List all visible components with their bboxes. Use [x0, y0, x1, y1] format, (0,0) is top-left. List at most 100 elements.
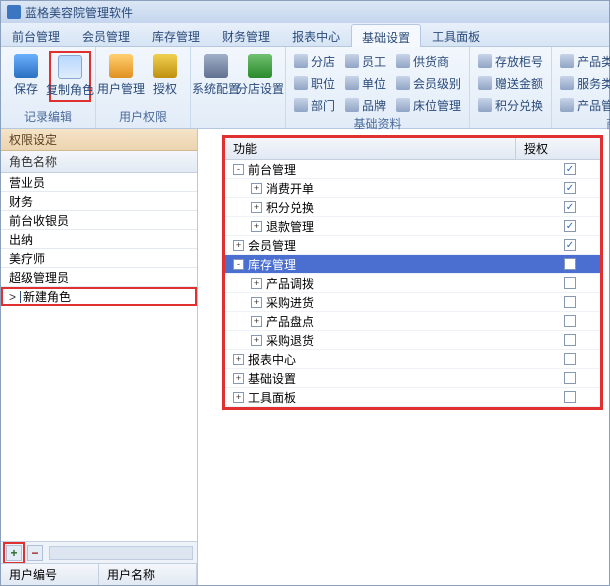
expand-icon[interactable]: + [233, 240, 244, 251]
item-icon [294, 98, 308, 112]
tree-node-label: 会员管理 [248, 237, 564, 254]
expand-icon[interactable]: + [251, 183, 262, 194]
expand-icon[interactable]: + [251, 335, 262, 346]
tree-node-label: 退款管理 [266, 218, 564, 235]
ribbon-item[interactable]: 分店 [290, 51, 339, 71]
role-row[interactable]: 财务 [1, 192, 197, 211]
role-row[interactable]: 出纳 [1, 230, 197, 249]
role-row[interactable]: 美疗师 [1, 249, 197, 268]
expand-icon[interactable]: + [251, 278, 262, 289]
tree-node[interactable]: + 报表中心 [225, 350, 600, 369]
ribbon-item[interactable]: 服务类型 [556, 73, 610, 93]
tree-node[interactable]: +采购进货 [225, 293, 600, 312]
ribbon-item[interactable]: 产品类型 [556, 51, 610, 71]
permission-box: 功能 授权 -前台管理+消费开单+积分兑换+退款管理+会员管理-库存管理+产品调… [222, 135, 603, 410]
menu-tab[interactable]: 基础设置 [351, 24, 421, 47]
ribbon-item[interactable]: 赠送金额 [474, 73, 547, 93]
tree-node[interactable]: +基础设置 [225, 369, 600, 388]
menu-tab[interactable]: 会员管理 [71, 23, 141, 46]
ribbon-item[interactable]: 员工 [341, 51, 390, 71]
user-manage-icon [109, 54, 133, 78]
ribbon-item[interactable]: 会员级别 [392, 73, 465, 93]
item-icon [396, 98, 410, 112]
authorize-checkbox[interactable] [564, 391, 576, 403]
authorize-checkbox[interactable] [564, 201, 576, 213]
ribbon-item[interactable]: 部门 [290, 95, 339, 115]
role-row[interactable]: 营业员 [1, 173, 197, 192]
tree-node[interactable]: + 会员管理 [225, 236, 600, 255]
panel-tab-permissions[interactable]: 权限设定 [1, 129, 197, 151]
expand-icon[interactable]: + [251, 297, 262, 308]
right-panel: 功能 授权 -前台管理+消费开单+积分兑换+退款管理+会员管理-库存管理+产品调… [198, 129, 609, 585]
tree-node[interactable]: -库存管理 [225, 255, 600, 274]
scrollbar-track[interactable] [49, 546, 193, 560]
tree-node[interactable]: +产品盘点 [225, 312, 600, 331]
collapse-icon[interactable]: - [233, 259, 244, 270]
app-icon [7, 5, 21, 19]
menu-tab[interactable]: 工具面板 [421, 23, 491, 46]
authorize-checkbox[interactable] [564, 220, 576, 232]
menu-tab[interactable]: 库存管理 [141, 23, 211, 46]
ribbon-item[interactable]: 床位管理 [392, 95, 465, 115]
tree-node[interactable]: + 采购退货 [225, 331, 600, 350]
authorize-checkbox[interactable] [564, 182, 576, 194]
authorize-checkbox[interactable] [564, 163, 576, 175]
tree-node[interactable]: +消费开单 [225, 179, 600, 198]
menu-tab[interactable]: 前台管理 [1, 23, 71, 46]
user-id-header: 用户编号 [1, 564, 99, 585]
tree-node-label: 采购退货 [266, 332, 564, 349]
authorize-checkbox[interactable] [564, 277, 576, 289]
role-row[interactable]: 超级管理员 [1, 268, 197, 287]
store-config-button[interactable]: 分店设置 [239, 51, 281, 100]
tree-node[interactable]: -前台管理 [225, 160, 600, 179]
item-icon [478, 98, 492, 112]
role-row-editing[interactable]: 新建角色 [1, 287, 197, 306]
ribbon-item[interactable]: 品牌 [341, 95, 390, 115]
remove-role-button[interactable]: − [27, 545, 43, 561]
authorize-checkbox[interactable] [564, 296, 576, 308]
authorize-checkbox[interactable] [564, 334, 576, 346]
tree-node[interactable]: + 退款管理 [225, 217, 600, 236]
authorize-button[interactable]: 授权 [144, 51, 186, 100]
user-columns: 用户编号 用户名称 [1, 563, 197, 585]
item-icon [345, 54, 359, 68]
tree-node[interactable]: + 产品调拨 [225, 274, 600, 293]
tree-node-label: 产品调拨 [266, 275, 564, 292]
menu-tab[interactable]: 财务管理 [211, 23, 281, 46]
ribbon-item[interactable]: 供货商 [392, 51, 465, 71]
expand-icon[interactable]: + [233, 373, 244, 384]
item-icon [345, 98, 359, 112]
add-role-button[interactable]: + [6, 545, 22, 561]
ribbon-item[interactable]: 单位 [341, 73, 390, 93]
expand-icon[interactable]: + [251, 221, 262, 232]
expand-icon[interactable]: + [233, 392, 244, 403]
tree-node[interactable]: +工具面板 [225, 388, 600, 407]
authorize-checkbox[interactable] [564, 315, 576, 327]
item-icon [396, 76, 410, 90]
system-config-button[interactable]: 系统配置 [195, 51, 237, 100]
authorize-checkbox[interactable] [564, 258, 576, 270]
ribbon-item[interactable]: 产品管理 [556, 95, 610, 115]
expand-icon[interactable]: + [233, 354, 244, 365]
authorize-checkbox[interactable] [564, 372, 576, 384]
menu-tab[interactable]: 报表中心 [281, 23, 351, 46]
user-manage-button[interactable]: 用户管理 [100, 51, 142, 100]
copy-role-button[interactable]: 复制角色 [49, 51, 91, 102]
tree-node-label: 报表中心 [248, 351, 564, 368]
save-button[interactable]: 保存 [5, 51, 47, 100]
role-row[interactable]: 前台收银员 [1, 211, 197, 230]
left-panel: 权限设定 角色名称 营业员财务前台收银员出纳美疗师超级管理员新建角色 + − 用… [1, 129, 198, 585]
ribbon-item[interactable]: 职位 [290, 73, 339, 93]
ribbon-item[interactable]: 积分兑换 [474, 95, 547, 115]
tree-node[interactable]: +积分兑换 [225, 198, 600, 217]
item-icon [345, 76, 359, 90]
authorize-checkbox[interactable] [564, 239, 576, 251]
ribbon-item[interactable]: 存放柜号 [474, 51, 547, 71]
authorize-checkbox[interactable] [564, 353, 576, 365]
item-icon [294, 76, 308, 90]
expand-icon[interactable]: + [251, 316, 262, 327]
expand-icon[interactable]: + [251, 202, 262, 213]
collapse-icon[interactable]: - [233, 164, 244, 175]
role-list: 营业员财务前台收银员出纳美疗师超级管理员新建角色 [1, 173, 197, 541]
authorize-icon [153, 54, 177, 78]
